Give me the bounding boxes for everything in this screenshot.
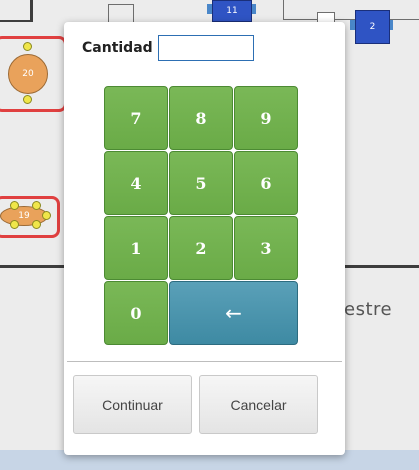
quantity-input[interactable] — [157, 35, 254, 61]
resize-handle[interactable] — [10, 201, 19, 210]
key-4[interactable]: 4 — [104, 151, 168, 215]
table-number: 20 — [22, 69, 34, 79]
resize-handle[interactable] — [32, 201, 41, 210]
key-6[interactable]: 6 — [234, 151, 298, 215]
quantity-row: Cantidad — [82, 35, 254, 61]
table-number: 19 — [18, 211, 30, 221]
wall — [345, 265, 419, 268]
wall — [30, 0, 33, 22]
floor-object — [283, 0, 419, 20]
key-9[interactable]: 9 — [234, 86, 298, 150]
quantity-label: Cantidad — [82, 40, 153, 56]
wall — [0, 265, 64, 268]
key-2[interactable]: 2 — [169, 216, 233, 280]
key-8[interactable]: 8 — [169, 86, 233, 150]
divider — [67, 361, 342, 362]
area-label: estre — [344, 299, 393, 320]
resize-handle[interactable] — [42, 211, 51, 220]
resize-handle[interactable] — [10, 220, 19, 229]
backspace-arrow-icon: ← — [225, 301, 242, 325]
key-5[interactable]: 5 — [169, 151, 233, 215]
resize-handle[interactable] — [23, 95, 32, 104]
resize-handle[interactable] — [32, 220, 41, 229]
key-7[interactable]: 7 — [104, 86, 168, 150]
key-3[interactable]: 3 — [234, 216, 298, 280]
resize-handle[interactable] — [23, 42, 32, 51]
table-20[interactable]: 20 — [8, 54, 48, 94]
key-0[interactable]: 0 — [104, 281, 168, 345]
numeric-keypad: 7 8 9 4 5 6 1 2 3 0 ← — [104, 86, 300, 345]
backspace-button[interactable]: ← — [169, 281, 298, 345]
floor-object — [108, 4, 134, 24]
continue-button[interactable]: Continuar — [73, 375, 192, 434]
table-2[interactable]: 2 — [355, 10, 390, 44]
table-11[interactable]: 11 — [212, 0, 252, 22]
cancel-button[interactable]: Cancelar — [199, 375, 318, 434]
table-number: 11 — [226, 6, 238, 16]
key-1[interactable]: 1 — [104, 216, 168, 280]
quantity-dialog: Cantidad 7 8 9 4 5 6 1 2 3 0 ← Continuar… — [64, 22, 345, 455]
table-number: 2 — [369, 22, 376, 32]
wall — [0, 20, 30, 22]
